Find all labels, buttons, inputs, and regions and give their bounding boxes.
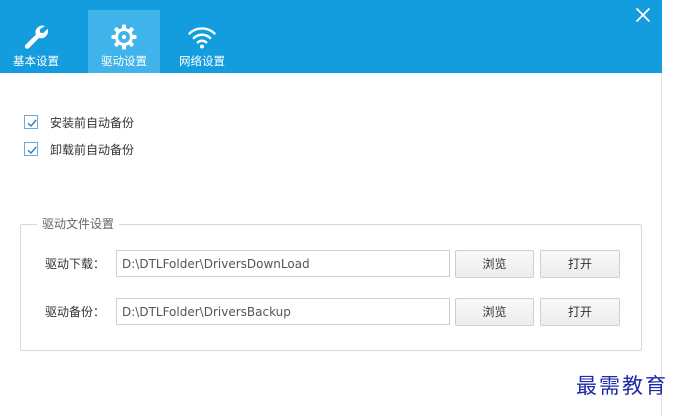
tab-bar: 基本设置 驱动设置 网络设置 <box>0 0 662 73</box>
backup-before-uninstall-checkbox[interactable] <box>24 142 38 156</box>
tab-network-settings[interactable]: 网络设置 <box>166 10 238 73</box>
backup-before-install-checkbox[interactable] <box>24 115 38 129</box>
backup-before-install-option[interactable]: 安装前自动备份 <box>24 114 134 130</box>
tab-driver-settings-label: 驱动设置 <box>101 54 147 68</box>
backup-before-uninstall-label: 卸载前自动备份 <box>50 142 135 157</box>
backup-before-uninstall-option[interactable]: 卸载前自动备份 <box>24 141 134 157</box>
tab-basic-settings[interactable]: 基本设置 <box>0 10 72 73</box>
driver-files-group: 驱动文件设置 驱动下载： 浏览 打开 驱动备份： 浏览 打开 <box>20 217 642 351</box>
tab-basic-settings-label: 基本设置 <box>13 54 59 68</box>
gear-icon <box>111 24 137 50</box>
wrench-icon <box>24 25 49 49</box>
driver-download-label: 驱动下载： <box>45 257 106 271</box>
checkmark-icon <box>27 146 37 155</box>
watermark: 最需教育 <box>576 374 668 398</box>
driver-backup-open-button[interactable]: 打开 <box>540 298 620 326</box>
driver-backup-label: 驱动备份： <box>45 305 106 319</box>
tab-network-settings-label: 网络设置 <box>179 54 225 68</box>
wifi-icon <box>188 27 216 49</box>
driver-download-browse-button[interactable]: 浏览 <box>455 250 534 278</box>
driver-download-path-field[interactable] <box>116 250 450 277</box>
backup-before-install-label: 安装前自动备份 <box>50 115 135 130</box>
driver-files-group-title: 驱动文件设置 <box>37 217 120 231</box>
close-icon[interactable] <box>634 6 652 24</box>
driver-backup-browse-button[interactable]: 浏览 <box>455 298 534 326</box>
driver-backup-path-field[interactable] <box>116 298 450 325</box>
checkmark-icon <box>27 119 37 128</box>
tab-driver-settings[interactable]: 驱动设置 <box>88 10 160 73</box>
settings-window: 基本设置 驱动设置 网络设置 安装前自动备份 卸载前自动备份 驱动文件设置 驱动… <box>0 0 662 417</box>
driver-download-open-button[interactable]: 打开 <box>540 250 620 278</box>
